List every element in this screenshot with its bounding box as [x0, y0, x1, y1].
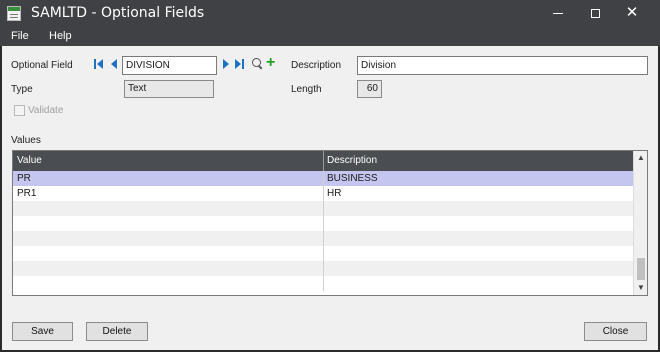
type-value: Text: [124, 80, 214, 98]
title-bar: SAMLTD - Optional Fields ✕: [0, 0, 660, 27]
length-value: 60: [357, 80, 382, 98]
table-row[interactable]: PR1 HR: [13, 186, 633, 201]
chevron-up-icon: ▲: [637, 153, 645, 162]
cell-description: HR: [327, 188, 342, 199]
minimize-icon: [553, 13, 563, 15]
table-row[interactable]: [13, 276, 633, 291]
description-input[interactable]: Division: [357, 56, 648, 75]
zoom-icon[interactable]: [251, 57, 263, 70]
scroll-up-button[interactable]: ▲: [634, 151, 647, 165]
table-row[interactable]: [13, 216, 633, 231]
window-title: SAMLTD - Optional Fields: [31, 5, 205, 21]
close-window-button[interactable]: ✕: [614, 0, 650, 27]
next-record-button[interactable]: [220, 57, 232, 71]
maximize-icon: [590, 9, 600, 19]
first-record-button[interactable]: [93, 57, 105, 71]
app-icon: [7, 6, 21, 21]
length-label: Length: [291, 84, 322, 95]
save-button[interactable]: Save: [12, 322, 73, 341]
description-label: Description: [291, 60, 342, 71]
last-record-button[interactable]: [234, 57, 246, 71]
table-row[interactable]: [13, 261, 633, 276]
table-row[interactable]: PR BUSINESS: [13, 171, 633, 186]
menu-file[interactable]: File: [11, 30, 29, 42]
plus-icon[interactable]: +: [266, 55, 275, 71]
cell-value: PR: [17, 173, 31, 184]
column-header-description[interactable]: Description: [327, 155, 377, 166]
close-button[interactable]: Close: [584, 322, 647, 341]
scroll-down-button[interactable]: ▼: [634, 281, 647, 295]
cell-description: BUSINESS: [327, 173, 378, 184]
validate-checkbox[interactable]: [14, 105, 25, 116]
chevron-down-icon: ▼: [637, 283, 645, 292]
values-label: Values: [11, 135, 41, 146]
minimize-button[interactable]: [540, 0, 576, 27]
column-header-value[interactable]: Value: [17, 155, 42, 166]
menu-help[interactable]: Help: [49, 30, 72, 42]
previous-record-button[interactable]: [108, 57, 120, 71]
table-row[interactable]: [13, 201, 633, 216]
scroll-thumb[interactable]: [637, 258, 645, 280]
type-label: Type: [11, 84, 33, 95]
menu-bar: File Help: [0, 27, 660, 46]
grid-scrollbar[interactable]: ▲ ▼: [633, 151, 647, 295]
cell-value: PR1: [17, 188, 37, 199]
close-icon: ✕: [625, 4, 639, 21]
next-record-icon: [223, 59, 229, 69]
form-body: Optional Field DIVISION + Description Di…: [2, 46, 658, 350]
grid-header: Value Description: [13, 151, 633, 171]
table-row[interactable]: [13, 231, 633, 246]
values-grid[interactable]: Value Description PR BUSINESS PR1 HR ▲ ▼: [12, 150, 648, 296]
maximize-button[interactable]: [577, 0, 613, 27]
validate-label: Validate: [28, 105, 64, 116]
optional-field-label: Optional Field: [11, 60, 73, 71]
previous-record-icon: [111, 59, 117, 69]
optional-field-input[interactable]: DIVISION: [122, 56, 217, 75]
delete-button[interactable]: Delete: [86, 322, 148, 341]
table-row[interactable]: [13, 246, 633, 261]
